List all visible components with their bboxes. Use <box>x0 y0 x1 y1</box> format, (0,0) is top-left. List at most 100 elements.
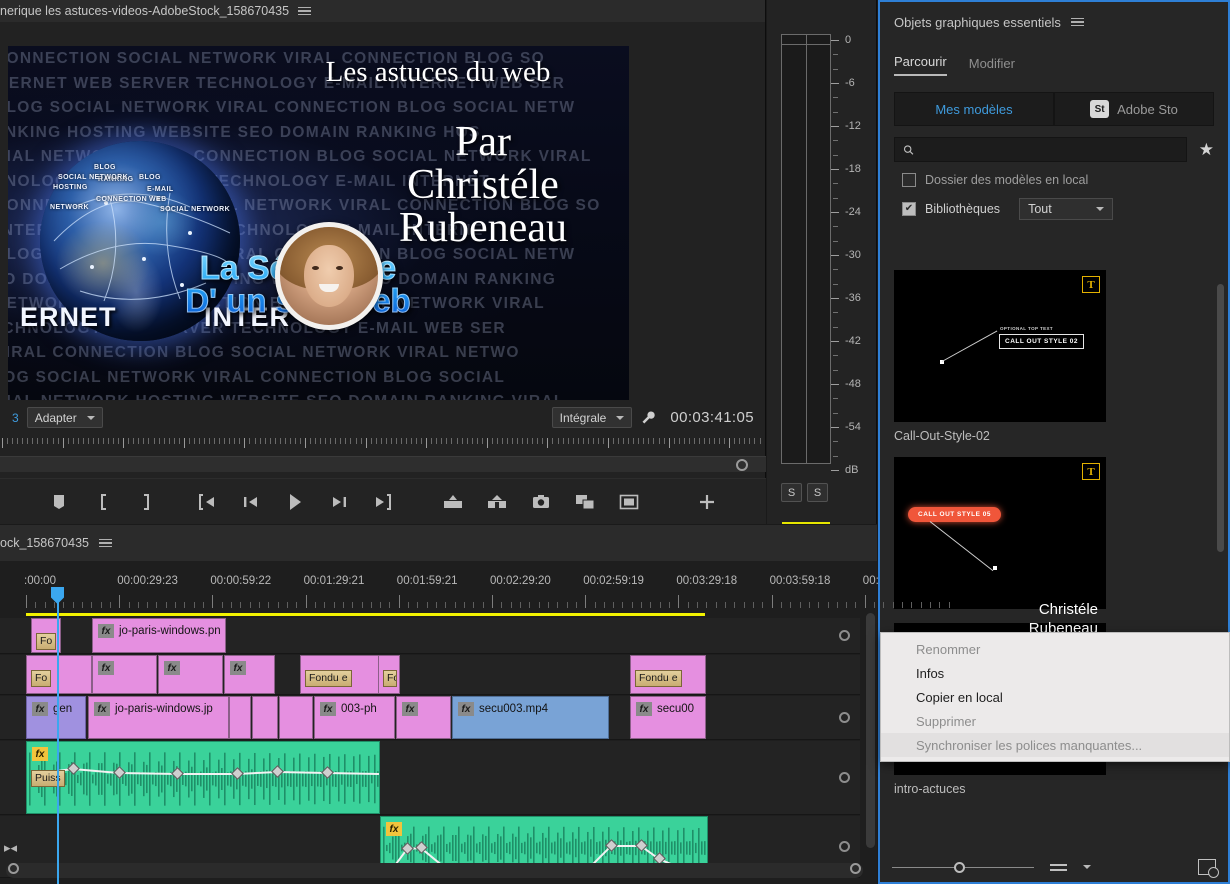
context-menu-item-copier-en-local[interactable]: Copier en local <box>881 685 1229 709</box>
lift-icon[interactable] <box>440 489 466 515</box>
timeline-clip[interactable]: fxjo-paris-windows.jp <box>88 696 229 739</box>
template-thumbnail[interactable]: T OPTIONAL TOP TEXT CALL OUT STYLE 02 <box>894 270 1106 422</box>
tab-modifier[interactable]: Modifier <box>969 56 1015 76</box>
clip-effect-badge[interactable]: fx <box>636 702 652 716</box>
track-end-handle-icon[interactable] <box>839 630 850 641</box>
library-select[interactable]: Tout <box>1019 198 1113 220</box>
chevron-down-icon[interactable] <box>1083 865 1091 869</box>
context-menu-item-renommer[interactable]: Renommer <box>881 637 1229 661</box>
clip-effect-badge[interactable]: fx <box>32 702 48 716</box>
star-icon[interactable]: ★ <box>1199 140 1214 160</box>
track-end-handle-icon[interactable] <box>839 772 850 783</box>
context-menu-item-synchroniser-polices[interactable]: Synchroniser les polices manquantes... <box>881 733 1229 757</box>
template-item-call-out-style-02[interactable]: T OPTIONAL TOP TEXT CALL OUT STYLE 02 Ca… <box>894 270 1106 443</box>
track-end-handle-icon[interactable] <box>839 841 850 852</box>
timeline-clip[interactable]: fxsecu00 <box>630 696 706 739</box>
clip-effect-badge[interactable]: fx <box>402 702 418 716</box>
transition-label[interactable]: Puiss <box>31 770 65 787</box>
extract-icon[interactable] <box>484 489 510 515</box>
clip-effect-badge[interactable]: fx <box>386 822 402 836</box>
add-marker-icon[interactable] <box>46 489 72 515</box>
clip-effect-badge[interactable]: fx <box>98 624 114 638</box>
context-menu-item-supprimer[interactable]: Supprimer <box>881 709 1229 733</box>
clip-effect-badge[interactable]: fx <box>230 661 246 675</box>
program-monitor-zoom-scrollbar[interactable] <box>0 456 766 472</box>
timeline-clip[interactable] <box>252 696 278 739</box>
program-monitor-ruler[interactable] <box>0 438 766 454</box>
clip-effect-badge[interactable]: fx <box>94 702 110 716</box>
zoom-handle-icon[interactable] <box>736 459 748 471</box>
comparison-view-icon[interactable] <box>572 489 598 515</box>
timeline-clip[interactable] <box>279 696 313 739</box>
thumbnail-zoom-slider[interactable] <box>892 860 1034 874</box>
step-forward-icon[interactable] <box>326 489 352 515</box>
timeline-clip[interactable]: fx <box>92 655 157 694</box>
timeline-clip[interactable]: fxsecu003.mp4 <box>452 696 609 739</box>
play-icon[interactable] <box>282 489 308 515</box>
step-back-icon[interactable] <box>238 489 264 515</box>
zoom-slider-handle[interactable] <box>954 862 965 873</box>
hscroll-right-handle[interactable] <box>850 863 861 874</box>
safe-margins-icon[interactable] <box>616 489 642 515</box>
template-item-call-out-style-05[interactable]: T CALL OUT STYLE 05 <box>894 457 1106 609</box>
timeline-clip[interactable]: fx <box>158 655 223 694</box>
solo-button-right[interactable]: S <box>807 483 828 502</box>
track-end-handle-icon[interactable] <box>839 712 850 723</box>
template-list-scrollbar[interactable] <box>1217 284 1224 552</box>
search-box[interactable] <box>894 137 1187 162</box>
clip-effect-badge[interactable]: fx <box>164 661 180 675</box>
playhead[interactable] <box>57 587 59 884</box>
audio-meter-body[interactable] <box>781 34 831 464</box>
clip-effect-badge[interactable]: fx <box>32 747 48 761</box>
timeline-snap-icon[interactable]: ▸◂ <box>4 840 17 856</box>
timeline-clip[interactable]: fx <box>396 696 451 739</box>
timeline-horizontal-scrollbar[interactable] <box>6 863 863 878</box>
export-frame-icon[interactable] <box>528 489 554 515</box>
clip-effect-badge[interactable]: fx <box>98 661 114 675</box>
hscroll-left-handle[interactable] <box>8 863 19 874</box>
segment-adobe-stock[interactable]: St Adobe Sto <box>1054 92 1214 126</box>
timeline-clip[interactable]: fxgen <box>26 696 86 739</box>
go-to-out-icon[interactable] <box>370 489 396 515</box>
timeline-clip[interactable]: fx Puiss <box>26 741 380 814</box>
timeline-ruler[interactable]: :00:0000:00:29:2300:00:59:2200:01:29:210… <box>0 575 860 609</box>
program-monitor-video[interactable]: CONNECTION SOCIAL NETWORK VIRAL CONNECTI… <box>8 46 629 400</box>
go-to-in-icon[interactable] <box>194 489 220 515</box>
timeline-clip[interactable] <box>229 696 251 739</box>
audio-keyframe-band[interactable] <box>27 742 379 813</box>
clip-effect-badge[interactable]: fx <box>320 702 336 716</box>
timeline-clip[interactable]: fxjo-paris-windows.pn <box>92 618 226 653</box>
template-thumbnail[interactable]: T CALL OUT STYLE 05 <box>894 457 1106 609</box>
clip-effect-badge[interactable]: fx <box>458 702 474 716</box>
work-area-bar[interactable] <box>26 613 705 616</box>
fit-select[interactable]: Adapter <box>27 407 103 428</box>
timeline-clip[interactable]: fx003-ph <box>314 696 395 739</box>
program-monitor-timecode[interactable]: 00:03:41:05 <box>670 409 754 426</box>
libraries-checkbox[interactable] <box>902 202 916 216</box>
local-templates-checkbox[interactable] <box>902 173 916 187</box>
wrench-icon[interactable] <box>640 410 656 426</box>
context-menu-item-infos[interactable]: Infos <box>881 661 1229 685</box>
mark-in-icon[interactable] <box>90 489 116 515</box>
timeline-clip[interactable]: Fo <box>378 655 400 694</box>
program-monitor-menu-icon[interactable] <box>298 7 311 16</box>
new-item-icon[interactable] <box>1198 859 1216 875</box>
timeline-clip[interactable]: Fondu e <box>630 655 706 694</box>
timeline-clip[interactable]: Fo <box>26 655 92 694</box>
timeline-clip[interactable]: fx <box>224 655 275 694</box>
search-input[interactable] <box>920 143 1178 157</box>
transition-label[interactable]: Fo <box>31 670 51 687</box>
solo-button-left[interactable]: S <box>781 483 802 502</box>
tab-parcourir[interactable]: Parcourir <box>894 54 947 76</box>
timeline-vertical-scrollbar[interactable] <box>865 613 876 848</box>
mark-out-icon[interactable] <box>134 489 160 515</box>
transition-label[interactable]: Fo <box>383 670 397 687</box>
transition-label[interactable]: Fondu e <box>305 670 352 687</box>
playback-resolution-select[interactable]: Intégrale <box>552 407 633 428</box>
transition-label[interactable]: Fo <box>36 633 56 650</box>
segment-my-templates[interactable]: Mes modèles <box>894 92 1054 126</box>
zoom-level-value[interactable]: 3 <box>12 411 19 425</box>
essential-graphics-menu-icon[interactable] <box>1071 18 1084 27</box>
button-editor-plus-icon[interactable] <box>694 489 720 515</box>
timeline-menu-icon[interactable] <box>99 539 112 548</box>
